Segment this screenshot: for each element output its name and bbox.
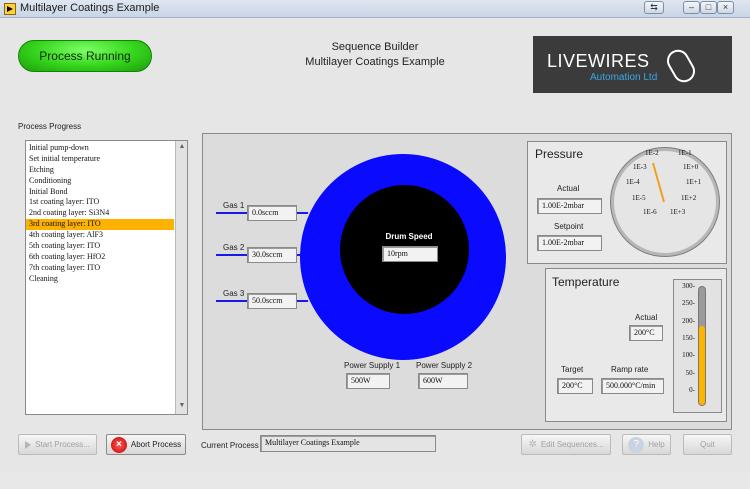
- power-supply-2-label: Power Supply 2: [416, 361, 473, 370]
- gauge-scale-label: 1E-6: [643, 208, 657, 216]
- labview-app-icon: [4, 3, 16, 15]
- power-supply-2-indicator: 600W: [418, 373, 468, 389]
- gauge-scale-label: 1E-4: [626, 178, 640, 186]
- drum-speed-indicator: 10rpm: [382, 246, 438, 262]
- temperature-title: Temperature: [552, 275, 620, 289]
- temperature-actual-indicator: 200°C: [629, 325, 663, 341]
- list-item[interactable]: 3rd coating layer: ITO: [26, 219, 174, 231]
- restore-icon[interactable]: ⇆: [644, 1, 664, 14]
- gauge-scale-label: 1E-2: [645, 149, 659, 157]
- gear-icon: ✲: [528, 439, 537, 450]
- thermometer-scale-label: 100-: [682, 351, 695, 360]
- thermometer-fill: [699, 326, 705, 405]
- gas-3-label: Gas 3: [223, 289, 245, 298]
- power-supply-1-label: Power Supply 1: [344, 361, 401, 370]
- logo-sub: Automation Ltd: [590, 72, 658, 83]
- list-item[interactable]: Cleaning: [26, 274, 174, 285]
- gas-1-label: Gas 1: [223, 201, 245, 210]
- gas-1-indicator: 0.0sccm: [247, 205, 297, 221]
- scroll-down-icon[interactable]: ▼: [177, 402, 187, 412]
- logo-name: LIVEWIRES: [547, 51, 650, 71]
- list-item[interactable]: 5th coating layer: ITO: [26, 241, 174, 252]
- abort-x-icon: ×: [110, 436, 127, 453]
- quit-label: Quit: [700, 440, 715, 449]
- drum-speed-label: Drum Speed: [385, 232, 433, 241]
- livewires-logo: LIVEWIRES Automation Ltd: [533, 36, 732, 93]
- pressure-title: Pressure: [535, 147, 584, 161]
- close-icon[interactable]: ×: [717, 1, 734, 14]
- gauge-scale-label: 1E-1: [678, 149, 692, 157]
- help-button[interactable]: ? Help: [622, 434, 671, 455]
- abort-process-label: Abort Process: [130, 440, 182, 449]
- power-supply-1-indicator: 500W: [346, 373, 390, 389]
- start-process-button[interactable]: Start Process...: [18, 434, 97, 455]
- scroll-up-icon[interactable]: ▲: [177, 143, 187, 153]
- pressure-setpoint-label: Setpoint: [554, 222, 584, 231]
- play-icon: [25, 440, 32, 449]
- thermometer-scale-label: 150-: [682, 333, 695, 342]
- list-item[interactable]: 6th coating layer: HfO2: [26, 252, 174, 263]
- temperature-thermometer: 300- 250- 200- 150- 100- 50- 0-: [673, 279, 722, 413]
- help-icon: ?: [628, 436, 645, 453]
- gauge-scale-label: 1E+2: [681, 194, 697, 202]
- quit-button[interactable]: Quit: [683, 434, 732, 455]
- thermometer-scale-label: 250-: [682, 299, 695, 308]
- ramp-rate-label: Ramp rate: [611, 365, 649, 374]
- title-line-2: Multilayer Coatings Example: [305, 56, 445, 68]
- thermometer-tube: [698, 286, 706, 406]
- gauge-scale-label: 1E+1: [686, 178, 702, 186]
- gauge-scale-label: 1E-5: [632, 194, 646, 202]
- current-process-indicator: Multilayer Coatings Example: [260, 435, 436, 452]
- title-bar: Multilayer Coatings Example ⇆ – □ ×: [0, 0, 750, 18]
- ramp-rate-control[interactable]: 500.000°C/min: [601, 378, 664, 394]
- temperature-actual-label: Actual: [635, 313, 658, 322]
- list-item[interactable]: 4th coating layer: AlF3: [26, 230, 174, 241]
- list-item[interactable]: Initial Bond: [26, 187, 174, 198]
- process-progress-list[interactable]: Initial pump-down Set initial temperature…: [25, 140, 188, 415]
- abort-process-button[interactable]: × Abort Process: [106, 434, 186, 455]
- current-process-label: Current Process: [201, 441, 259, 450]
- gauge-scale-label: 1E+3: [670, 208, 686, 216]
- page-title: Sequence Builder Multilayer Coatings Exa…: [280, 40, 470, 70]
- list-item[interactable]: Initial pump-down: [26, 143, 174, 154]
- gas-2-indicator: 30.0sccm: [247, 247, 297, 263]
- process-running-led: Process Running: [18, 40, 152, 72]
- process-progress-label: Process Progress: [18, 122, 82, 131]
- pressure-actual-label: Actual: [557, 184, 580, 193]
- list-item[interactable]: 2nd coating layer: Si3N4: [26, 208, 174, 219]
- pressure-gauge: [611, 148, 719, 256]
- front-panel: Process Running Sequence Builder Multila…: [0, 18, 750, 471]
- title-line-1: Sequence Builder: [331, 41, 419, 53]
- pressure-actual-indicator: 1.00E-2mbar: [537, 198, 602, 214]
- list-item[interactable]: Set initial temperature: [26, 154, 174, 165]
- thermometer-scale-label: 200-: [682, 316, 695, 325]
- maximize-icon[interactable]: □: [700, 1, 717, 14]
- gas-3-indicator: 50.0sccm: [247, 293, 297, 309]
- list-scrollbar[interactable]: ▲ ▼: [175, 141, 187, 414]
- thermometer-scale-label: 0-: [689, 385, 695, 394]
- list-item[interactable]: 7th coating layer: ITO: [26, 263, 174, 274]
- thermometer-scale-label: 300-: [682, 282, 695, 290]
- list-item[interactable]: Etching: [26, 165, 174, 176]
- gauge-scale-label: 1E-3: [633, 163, 647, 171]
- start-process-label: Start Process...: [35, 440, 90, 449]
- edit-sequences-button[interactable]: ✲ Edit Sequences...: [521, 434, 611, 455]
- edit-sequences-label: Edit Sequences...: [540, 440, 604, 449]
- list-item[interactable]: Conditioning: [26, 176, 174, 187]
- gauge-scale-label: 1E+0: [683, 163, 699, 171]
- mouse-icon: [662, 45, 700, 87]
- gas-2-label: Gas 2: [223, 243, 245, 252]
- temperature-target-label: Target: [561, 365, 584, 374]
- thermometer-scale-label: 50-: [685, 368, 695, 377]
- pressure-setpoint-control[interactable]: 1.00E-2mbar: [537, 235, 602, 251]
- list-item[interactable]: 1st coating layer: ITO: [26, 197, 174, 208]
- minimize-icon[interactable]: –: [683, 1, 700, 14]
- window-title: Multilayer Coatings Example: [20, 2, 160, 14]
- temperature-target-control[interactable]: 200°C: [557, 378, 593, 394]
- help-label: Help: [648, 440, 665, 449]
